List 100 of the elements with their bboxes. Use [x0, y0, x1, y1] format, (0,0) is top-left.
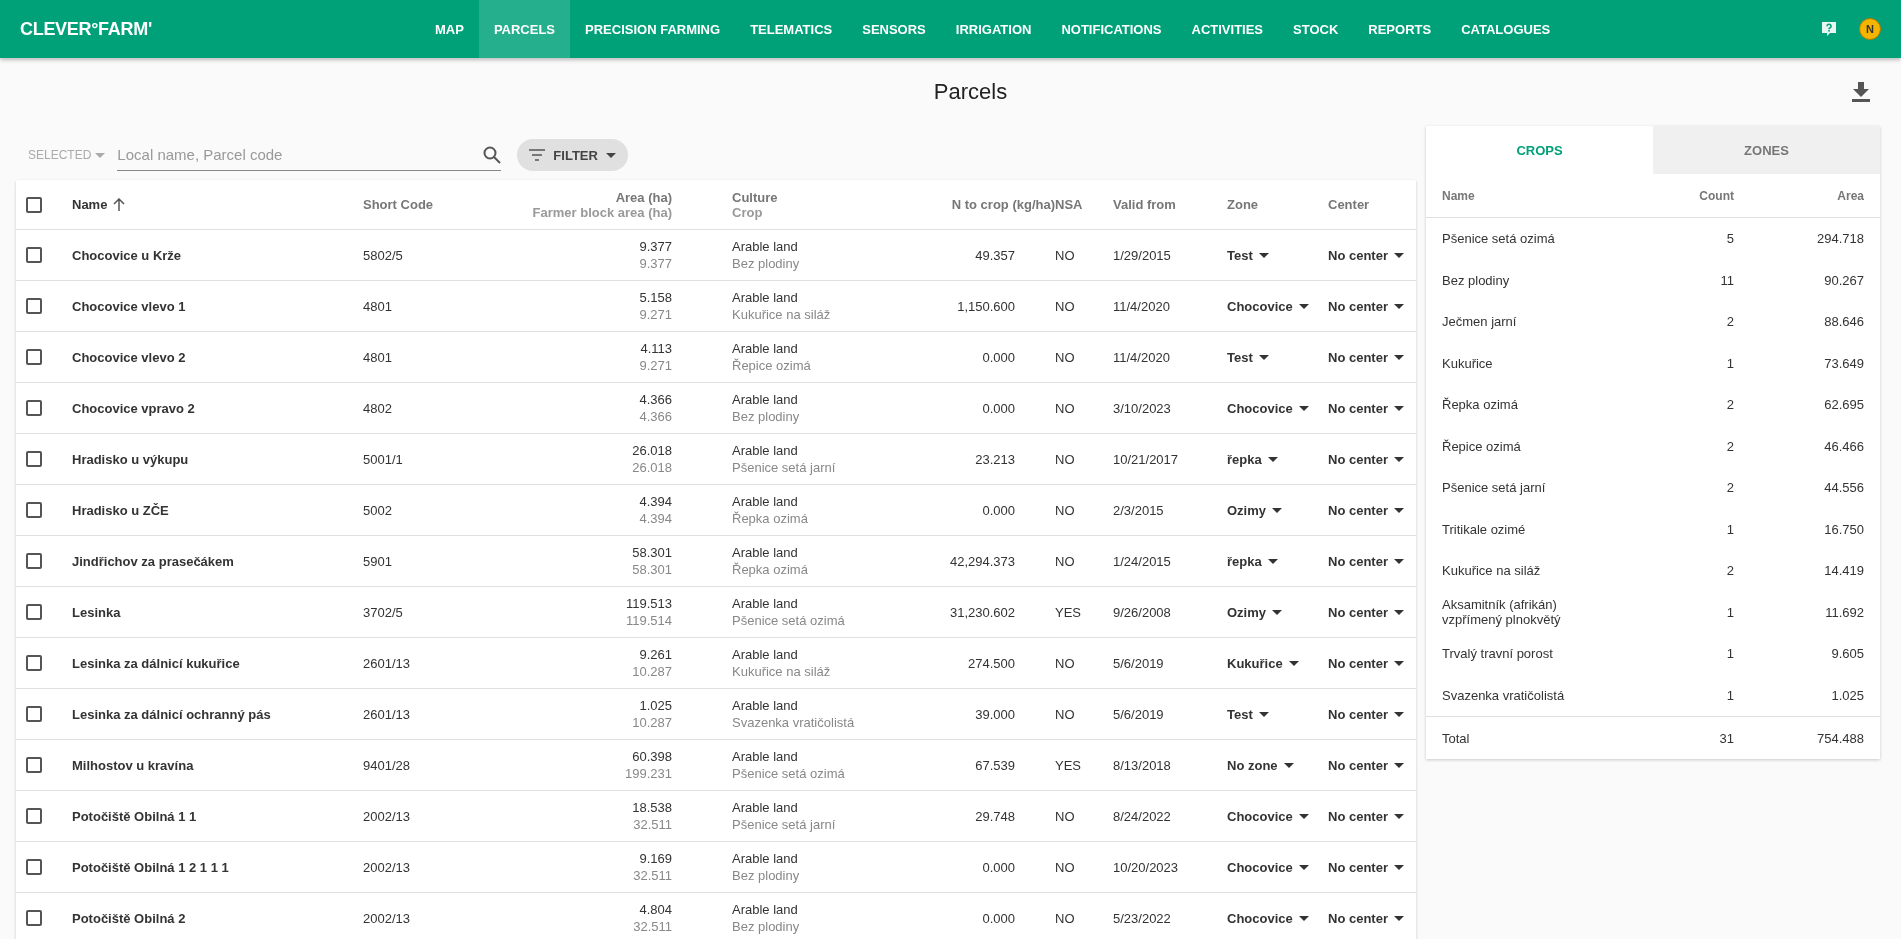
caret-icon [1393, 660, 1404, 666]
caret-icon [605, 152, 616, 158]
zone-dropdown[interactable]: Chocovice [1227, 298, 1328, 314]
center-dropdown[interactable]: No center [1328, 247, 1416, 263]
center-dropdown[interactable]: No center [1328, 553, 1416, 569]
user-avatar[interactable]: N [1859, 18, 1881, 40]
parcel-name[interactable]: Lesinka [72, 604, 363, 620]
checkbox[interactable] [26, 604, 42, 620]
tab[interactable]: ZONES [1653, 126, 1880, 174]
column-header[interactable]: Name [72, 197, 108, 212]
center-dropdown[interactable]: No center [1328, 808, 1416, 824]
zone-dropdown[interactable]: No zone [1227, 757, 1328, 773]
zone-dropdown[interactable]: Ozimy [1227, 604, 1328, 620]
table-cell-text: 0.000 [981, 910, 1016, 926]
center-dropdown[interactable]: No center [1328, 910, 1416, 926]
checkbox[interactable] [26, 196, 42, 213]
table-cell-text: 2 [1725, 563, 1734, 579]
table-cell-text: Arable land [732, 442, 799, 459]
zone-dropdown[interactable]: Test [1227, 706, 1328, 722]
caret-icon [1393, 813, 1404, 819]
column-header: Center [1328, 197, 1371, 212]
center-dropdown[interactable]: No center [1328, 451, 1416, 467]
table-cell-text: NO [1055, 451, 1076, 467]
zone-dropdown[interactable]: Chocovice [1227, 808, 1328, 824]
table-cell-text: 5002 [363, 502, 393, 518]
parcel-name[interactable]: Lesinka za dálnicí kukuřice [72, 655, 363, 671]
checkbox[interactable] [26, 502, 42, 518]
parcel-name[interactable]: Potočiště Obilná 1 1 [72, 808, 363, 824]
table-cell-text: NO [1055, 910, 1076, 926]
checkbox[interactable] [26, 349, 42, 365]
center-dropdown[interactable]: No center [1328, 859, 1416, 875]
table-cell: 32.511 [633, 816, 672, 833]
parcel-name[interactable]: Chocovice vlevo 2 [72, 349, 363, 365]
parcel-name[interactable]: Potočiště Obilná 2 [72, 910, 363, 926]
zone-dropdown[interactable]: řepka [1227, 553, 1328, 569]
zone-dropdown[interactable]: řepka [1227, 451, 1328, 467]
column-header: Area (ha) [615, 189, 672, 205]
center-dropdown[interactable]: No center [1328, 706, 1416, 722]
zone-dropdown[interactable]: Chocovice [1227, 910, 1328, 926]
caret-icon [1393, 507, 1404, 513]
parcel-name[interactable]: Chocovice u Krže [72, 247, 363, 263]
search-icon[interactable] [483, 145, 502, 164]
checkbox[interactable] [26, 247, 42, 263]
parcel-name[interactable]: Milhostov u kravína [72, 757, 363, 773]
checkbox[interactable] [26, 910, 42, 926]
table-cell-text: 1.025 [1830, 687, 1864, 703]
checkbox[interactable] [26, 808, 42, 824]
caret-icon [1298, 915, 1309, 921]
table-cell: 1.025 [639, 697, 672, 714]
caret-icon [1393, 609, 1404, 615]
search-field[interactable]: Local name, Parcel code [117, 140, 484, 169]
checkbox[interactable] [26, 400, 42, 416]
center-dropdown[interactable]: No center [1328, 604, 1416, 620]
table-cell-text: NO [1055, 298, 1076, 314]
zone-dropdown[interactable]: Chocovice [1227, 400, 1328, 416]
center-dropdown[interactable]: No center [1328, 757, 1416, 773]
parcel-name[interactable]: Lesinka za dálnicí ochranný pás [72, 706, 363, 722]
help-icon[interactable] [1821, 21, 1837, 37]
table-cell-text: NO [1055, 247, 1076, 263]
column-header: Short Code [363, 197, 435, 212]
zone-dropdown[interactable]: Chocovice [1227, 859, 1328, 875]
checkbox[interactable] [26, 706, 42, 722]
parcel-name[interactable]: Chocovice vlevo 1 [72, 298, 363, 314]
checkbox[interactable] [26, 655, 42, 671]
table-cell-text: 8/13/2018 [1113, 757, 1172, 773]
zone-dropdown[interactable]: Test [1227, 247, 1328, 263]
checkbox[interactable] [26, 859, 42, 875]
download-icon[interactable] [1852, 82, 1870, 102]
table-cell-text: YES [1055, 757, 1082, 773]
checkbox[interactable] [26, 553, 42, 569]
parcel-name[interactable]: Potočiště Obilná 1 2 1 1 1 [72, 859, 363, 875]
zone-dropdown[interactable]: Ozimy [1227, 502, 1328, 518]
table-cell-text: 294.718 [1816, 231, 1864, 247]
center-dropdown[interactable]: No center [1328, 400, 1416, 416]
center-dropdown[interactable]: No center [1328, 502, 1416, 518]
table-cell-text: 62.695 [1823, 397, 1864, 413]
checkbox[interactable] [26, 298, 42, 314]
center-dropdown[interactable]: No center [1328, 349, 1416, 365]
sort-arrow-icon[interactable] [113, 198, 126, 211]
caret-icon [1272, 609, 1282, 615]
table-cell-text: 1 [1725, 687, 1734, 703]
table-cell-text: NO [1055, 808, 1076, 824]
checkbox[interactable] [26, 451, 42, 467]
checkbox[interactable] [26, 757, 42, 773]
table-cell-text: 14.419 [1823, 563, 1864, 579]
column-subheader: Farmer block area (ha) [532, 204, 672, 220]
table-cell-text: 5901 [363, 553, 393, 569]
table-cell-text: Arable land [732, 850, 799, 867]
parcel-name[interactable]: Chocovice vpravo 2 [72, 400, 363, 416]
zone-dropdown[interactable]: Kukuřice [1227, 655, 1328, 671]
parcel-name[interactable]: Hradisko u výkupu [72, 451, 363, 467]
table-cell-text: Kukuřice na siláž [732, 306, 832, 323]
caret-icon [95, 152, 106, 158]
filter-button[interactable]: FILTER [517, 139, 628, 171]
table-cell-text: Arable land [732, 595, 799, 612]
center-dropdown[interactable]: No center [1328, 655, 1416, 671]
center-dropdown[interactable]: No center [1328, 298, 1416, 314]
zone-dropdown[interactable]: Test [1227, 349, 1328, 365]
parcel-name[interactable]: Jindřichov za prasečákem [72, 553, 363, 569]
parcel-name[interactable]: Hradisko u ZČE [72, 502, 363, 518]
